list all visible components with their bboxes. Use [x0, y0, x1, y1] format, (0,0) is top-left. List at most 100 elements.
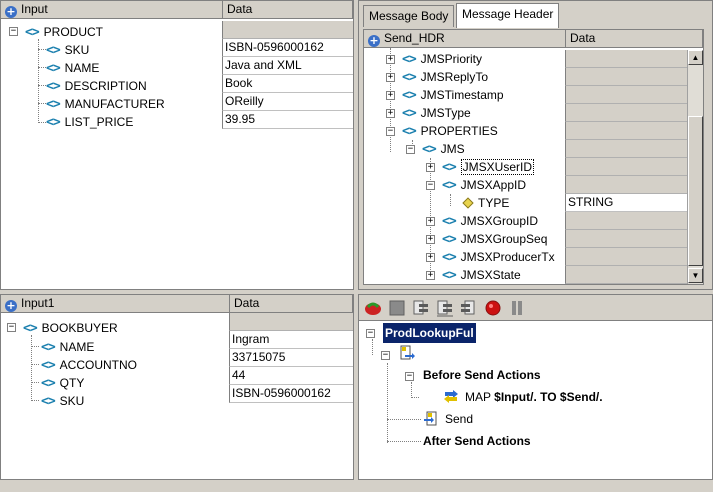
- before-send-actions[interactable]: Before Send Actions: [423, 368, 541, 382]
- stop-icon[interactable]: [387, 298, 407, 318]
- tab-message-body[interactable]: Message Body: [363, 5, 455, 27]
- tree-node-jmsxproducertx[interactable]: + <> JMSXProducerTx: [426, 248, 566, 266]
- data-cell: [565, 68, 687, 86]
- tree-node-jmstimestamp[interactable]: + <> JMSTimestamp: [386, 86, 504, 104]
- scroll-up-button[interactable]: ▲: [688, 50, 703, 65]
- tree-node-accountno[interactable]: <> ACCOUNTNO: [41, 356, 137, 374]
- expand-icon[interactable]: +: [426, 163, 435, 172]
- tree-line: [38, 103, 46, 104]
- expand-icon[interactable]: +: [426, 271, 435, 280]
- tree-root-product[interactable]: − <> PRODUCT: [9, 23, 103, 41]
- collapse-icon[interactable]: −: [381, 351, 390, 360]
- data-cell-product: [222, 21, 353, 39]
- element-tag-icon: <>: [442, 160, 457, 175]
- pause-icon[interactable]: [507, 298, 527, 318]
- collapse-icon[interactable]: −: [7, 323, 16, 332]
- tree-node-list-price[interactable]: <> LIST_PRICE: [46, 113, 133, 131]
- tree-node-jms[interactable]: − <> JMS: [406, 140, 465, 158]
- breakpoint-icon[interactable]: [483, 298, 503, 318]
- vertical-scrollbar[interactable]: ▲ ▼: [687, 50, 703, 284]
- tree-line: [31, 364, 39, 365]
- data-cell-accountno[interactable]: 33715075: [229, 349, 353, 367]
- data-cell-type[interactable]: STRING: [565, 194, 687, 212]
- collapse-icon[interactable]: −: [9, 27, 18, 36]
- data-cell-name[interactable]: Java and XML: [222, 57, 353, 75]
- map-action[interactable]: MAP $Input/. TO $Send/.: [465, 390, 603, 404]
- tree-node-type[interactable]: TYPE: [462, 194, 509, 212]
- element-tag-icon: <>: [402, 124, 417, 139]
- collapse-icon[interactable]: −: [406, 145, 415, 154]
- element-tag-icon: <>: [442, 214, 457, 229]
- element-tag-icon: <>: [46, 115, 61, 130]
- run-icon[interactable]: [363, 298, 383, 318]
- tree-node-sku[interactable]: <> SKU: [46, 41, 89, 59]
- tree-node-jmspriority[interactable]: + <> JMSPriority: [386, 50, 482, 68]
- data-cell-description[interactable]: Book: [222, 75, 353, 93]
- send-hdr-column-header[interactable]: + Send_HDR: [364, 30, 566, 48]
- expand-icon[interactable]: +: [386, 55, 395, 64]
- tree-node-properties[interactable]: − <> PROPERTIES: [386, 122, 498, 140]
- tree-node-description[interactable]: <> DESCRIPTION: [46, 77, 147, 95]
- tree-node-jmsxstate[interactable]: + <> JMSXState: [426, 266, 521, 284]
- tree-node-jmsxgroupid[interactable]: + <> JMSXGroupID: [426, 212, 538, 230]
- map-icon[interactable]: [443, 388, 459, 404]
- data-column-header[interactable]: Data: [230, 295, 353, 313]
- step-into-icon[interactable]: [435, 298, 455, 318]
- data-cell: [565, 266, 687, 284]
- tree-line: [372, 339, 373, 355]
- data-cell-manufacturer[interactable]: OReilly: [222, 93, 353, 111]
- expand-icon[interactable]: +: [386, 73, 395, 82]
- step-over-icon[interactable]: [459, 298, 479, 318]
- tree-node-sku[interactable]: <> SKU: [41, 392, 84, 410]
- data-cell: [565, 50, 687, 68]
- add-icon[interactable]: +: [5, 300, 17, 312]
- data-column-header[interactable]: Data: [223, 1, 353, 19]
- expand-icon[interactable]: +: [386, 109, 395, 118]
- element-tag-icon: <>: [402, 70, 417, 85]
- tree-node-manufacturer[interactable]: <> MANUFACTURER: [46, 95, 165, 113]
- tree-node-name[interactable]: <> NAME: [41, 338, 94, 356]
- tree-node-jmsxgroupseq[interactable]: + <> JMSXGroupSeq: [426, 230, 547, 248]
- collapse-icon[interactable]: −: [405, 372, 414, 381]
- send-step-icon[interactable]: [399, 345, 415, 361]
- input1-column-header[interactable]: + Input1: [1, 295, 230, 313]
- data-cell-bookbuyer: [229, 313, 353, 331]
- input1-pane: + Input1 Data − <> BOOKBUYER <> NAME <> ACCO…: [0, 294, 354, 480]
- tree-node-jmsxuserid[interactable]: + <> JMSXUserID: [426, 158, 534, 176]
- element-tag-icon: <>: [422, 142, 437, 157]
- step-icon[interactable]: [411, 298, 431, 318]
- expand-icon[interactable]: +: [426, 235, 435, 244]
- send-icon[interactable]: [423, 411, 439, 427]
- tree-node-name[interactable]: <> NAME: [46, 59, 99, 77]
- tree-node-jmsreplyto[interactable]: + <> JMSReplyTo: [386, 68, 488, 86]
- collapse-icon[interactable]: −: [426, 181, 435, 190]
- add-icon[interactable]: +: [5, 6, 17, 18]
- tree-line: [31, 346, 39, 347]
- send-action[interactable]: Send: [445, 412, 473, 426]
- add-icon[interactable]: +: [368, 35, 380, 47]
- data-cell-sku[interactable]: ISBN-0596000162: [229, 385, 353, 403]
- data-column-header[interactable]: Data: [566, 30, 703, 48]
- message-pane: Message Body Message Header + Send_HDR Da…: [358, 0, 713, 290]
- scroll-down-button[interactable]: ▼: [688, 268, 703, 283]
- expand-icon[interactable]: +: [426, 253, 435, 262]
- tree-root-bookbuyer[interactable]: − <> BOOKBUYER: [7, 319, 118, 337]
- tree-node-qty[interactable]: <> QTY: [41, 374, 84, 392]
- after-send-actions[interactable]: After Send Actions: [423, 434, 531, 448]
- expand-icon[interactable]: +: [426, 217, 435, 226]
- data-cell-name[interactable]: Ingram: [229, 331, 353, 349]
- expand-icon[interactable]: +: [386, 91, 395, 100]
- data-cell-list-price[interactable]: 39.95: [222, 111, 353, 129]
- element-tag-icon: <>: [442, 232, 457, 247]
- data-cell-sku[interactable]: ISBN-0596000162: [222, 39, 353, 57]
- tree-node-jmstype[interactable]: + <> JMSType: [386, 104, 471, 122]
- element-tag-icon: <>: [402, 106, 417, 121]
- scroll-thumb[interactable]: [688, 116, 703, 266]
- tree-node-jmsxappid[interactable]: − <> JMSXAppID: [426, 176, 526, 194]
- flow-root-node[interactable]: ProdLookupFul: [383, 323, 476, 343]
- input-column-header[interactable]: + Input: [1, 1, 223, 19]
- data-cell-qty[interactable]: 44: [229, 367, 353, 385]
- collapse-icon[interactable]: −: [366, 329, 375, 338]
- collapse-icon[interactable]: −: [386, 127, 395, 136]
- tab-message-header[interactable]: Message Header: [456, 3, 560, 28]
